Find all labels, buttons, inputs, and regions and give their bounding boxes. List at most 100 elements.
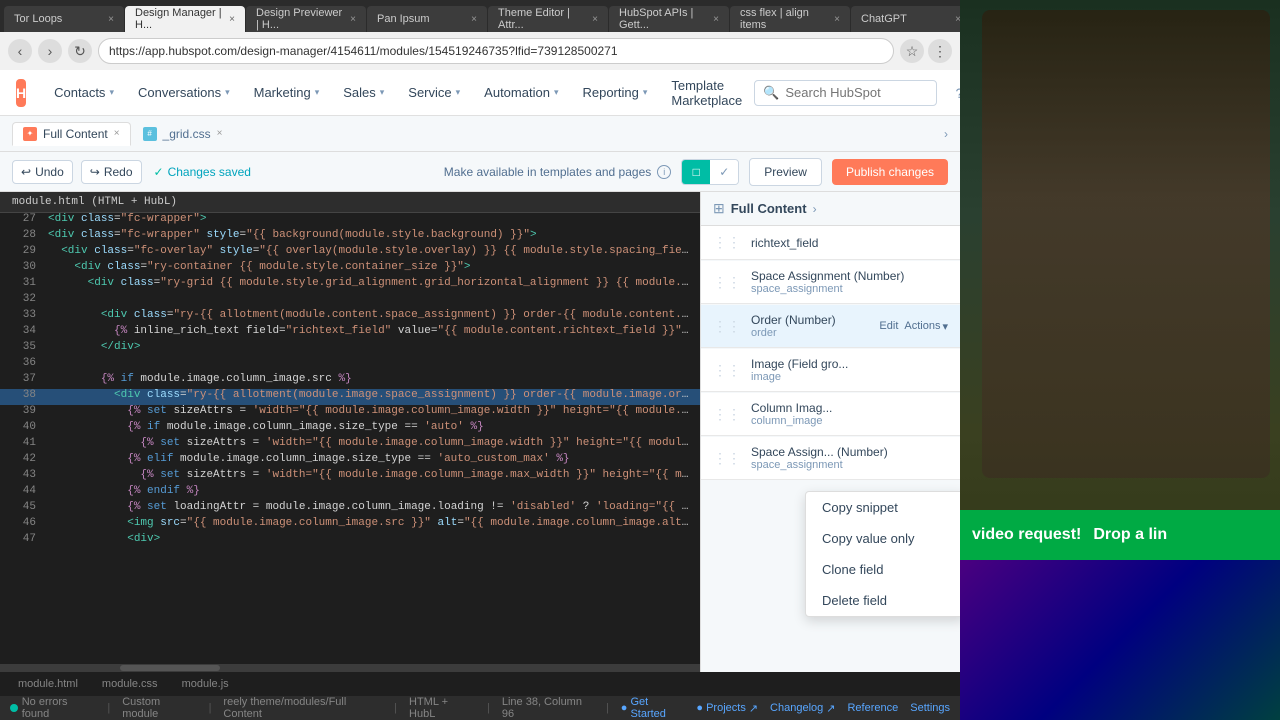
person-silhouette (982, 10, 1270, 478)
browser-tab-2[interactable]: Design Manager | H... × (125, 6, 245, 32)
nav-item-conversations[interactable]: Conversations ▾ (126, 70, 242, 116)
tab-close-icon[interactable]: × (713, 14, 719, 25)
tab-close-icon[interactable]: × (229, 14, 235, 25)
browser-tab-3[interactable]: Design Previewer | H... × (246, 6, 366, 32)
error-status: No errors found (10, 696, 95, 720)
chevron-right-icon: › (813, 202, 817, 216)
tab-close-icon[interactable]: × (834, 14, 840, 25)
tab-close-icon[interactable]: × (471, 14, 477, 25)
circle-icon: ● (696, 702, 703, 714)
file-tab-close-button[interactable]: × (217, 128, 223, 139)
browser-tab-5[interactable]: Theme Editor | Attr... × (488, 6, 608, 32)
forward-button[interactable]: › (38, 39, 62, 63)
nav-item-contacts[interactable]: Contacts ▾ (42, 70, 126, 116)
drag-handle-icon[interactable]: ⋮⋮ (713, 318, 741, 335)
code-line-highlighted: 38 <div class="ry-{{ allotment(module.im… (0, 389, 700, 405)
nav-item-service[interactable]: Service ▾ (396, 70, 472, 116)
nav-item-reporting[interactable]: Reporting ▾ (570, 70, 659, 116)
drag-handle-icon[interactable]: ⋮⋮ (713, 362, 741, 379)
module-html-tab[interactable]: module.html (8, 676, 88, 692)
field-actions-button[interactable]: Actions ▾ (904, 320, 948, 333)
copy-value-only-item[interactable]: Copy value only (806, 523, 960, 554)
browser-tab-6[interactable]: HubSpot APIs | Gett... × (609, 6, 729, 32)
bookmark-button[interactable]: ☆ (900, 39, 924, 63)
field-name: richtext_field (751, 236, 948, 250)
code-line: 40 {% if module.image.column_image.size_… (0, 421, 700, 437)
toolbar-right: Make available in templates and pages i … (444, 158, 948, 186)
field-item: ⋮⋮ Space Assignment (Number) space_assig… (701, 261, 960, 304)
banner-text-1: video request! (972, 526, 1081, 544)
code-line: 45 {% set loadingAttr = module.image.col… (0, 501, 700, 517)
address-bar[interactable] (98, 38, 894, 64)
code-line: 33 <div class="ry-{{ allotment(module.co… (0, 309, 700, 325)
browser-controls: ‹ › ↻ ☆ ⋮ (0, 32, 960, 70)
drag-handle-icon[interactable]: ⋮⋮ (713, 406, 741, 423)
publish-button[interactable]: Publish changes (832, 159, 948, 185)
tabs-overflow-button[interactable]: › (944, 127, 948, 141)
nav-item-template-marketplace[interactable]: Template Marketplace (659, 70, 754, 116)
editor-bottom-tabs: module.html module.css module.js (0, 672, 960, 696)
get-started-link[interactable]: ● Get Started (621, 696, 685, 720)
top-navigation: H Contacts ▾ Conversations ▾ Marketing ▾… (0, 70, 960, 116)
code-line: 31 <div class="ry-grid {{ module.style.g… (0, 277, 700, 293)
tab-close-icon[interactable]: × (592, 14, 598, 25)
drag-handle-icon[interactable]: ⋮⋮ (713, 450, 741, 467)
module-js-tab[interactable]: module.js (172, 676, 239, 692)
nav-item-sales[interactable]: Sales ▾ (331, 70, 396, 116)
file-tab-close-button[interactable]: × (114, 128, 120, 139)
field-item: ⋮⋮ Image (Field gro... image (701, 349, 960, 392)
actions-dropdown-menu: Copy snippet Copy value only Clone field… (805, 491, 960, 617)
nav-item-marketing[interactable]: Marketing ▾ (242, 70, 332, 116)
search-box[interactable]: 🔍 (754, 80, 937, 106)
file-tabs: ✦ Full Content × # _grid.css × › (0, 116, 960, 152)
tab-label: Theme Editor | Attr... (498, 7, 586, 31)
file-tab-full-content[interactable]: ✦ Full Content × (12, 122, 131, 146)
toggle-on-button[interactable]: □ (682, 160, 710, 184)
search-input[interactable] (785, 85, 927, 100)
back-button[interactable]: ‹ (8, 39, 32, 63)
editor-toolbar: ↩ Undo ↪ Redo ✓ Changes saved Make avail… (0, 152, 960, 192)
hubspot-logo: H (16, 79, 26, 107)
field-name: Image (Field gro... (751, 357, 948, 371)
toggle-off-button[interactable]: ✓ (710, 160, 738, 184)
field-name: Column Imag... (751, 401, 948, 415)
copy-snippet-item[interactable]: Copy snippet (806, 492, 960, 523)
field-edit-button[interactable]: Edit (879, 320, 898, 332)
browser-tab-7[interactable]: css flex | align items × (730, 6, 850, 32)
chevron-down-icon: ▾ (109, 87, 114, 98)
horizontal-scrollbar[interactable] (0, 664, 700, 672)
browser-tab-1[interactable]: Tor Loops × (4, 6, 124, 32)
code-editor[interactable]: module.html (HTML + HubL) 27 <div class=… (0, 192, 700, 672)
browser-tab-8[interactable]: ChatGPT × (851, 6, 960, 32)
reference-link[interactable]: Reference (847, 702, 898, 714)
preview-button[interactable]: Preview (749, 158, 822, 186)
field-type: space_assignment (751, 459, 948, 471)
code-line: 44 {% endif %} (0, 485, 700, 501)
clone-field-item[interactable]: Clone field (806, 554, 960, 585)
browser-tab-4[interactable]: Pan Ipsum × (367, 6, 487, 32)
webcam-feed: video request! Drop a lin (960, 0, 1280, 720)
external-link-icon: ↗ (749, 702, 758, 715)
scrollbar-thumb[interactable] (120, 665, 220, 671)
module-css-tab[interactable]: module.css (92, 676, 168, 692)
code-line: 41 {% set sizeAttrs = 'width="{{ module.… (0, 437, 700, 453)
settings-link[interactable]: Settings (910, 702, 950, 714)
delete-field-item[interactable]: Delete field (806, 585, 960, 616)
webcam-feed-area: video request! Drop a lin (960, 0, 1280, 720)
extensions-button[interactable]: ⋮ (928, 39, 952, 63)
code-line: 39 {% set sizeAttrs = 'width="{{ module.… (0, 405, 700, 421)
grid-icon: ⊞ (713, 200, 725, 217)
changelog-link[interactable]: Changelog ↗ (770, 702, 835, 715)
file-tab-grid-css[interactable]: # _grid.css × (133, 123, 233, 145)
refresh-button[interactable]: ↻ (68, 39, 92, 63)
redo-button[interactable]: ↪ Redo (81, 160, 142, 184)
undo-button[interactable]: ↩ Undo (12, 160, 73, 184)
field-item-order: ⋮⋮ Order (Number) order Edit Actions ▾ (701, 305, 960, 348)
tab-close-icon[interactable]: × (350, 14, 356, 25)
tab-close-icon[interactable]: × (108, 14, 114, 25)
field-item: ⋮⋮ richtext_field (701, 226, 960, 260)
drag-handle-icon[interactable]: ⋮⋮ (713, 274, 741, 291)
nav-item-automation[interactable]: Automation ▾ (472, 70, 570, 116)
drag-handle-icon[interactable]: ⋮⋮ (713, 234, 741, 251)
projects-link[interactable]: ● Projects ↗ (696, 702, 758, 715)
